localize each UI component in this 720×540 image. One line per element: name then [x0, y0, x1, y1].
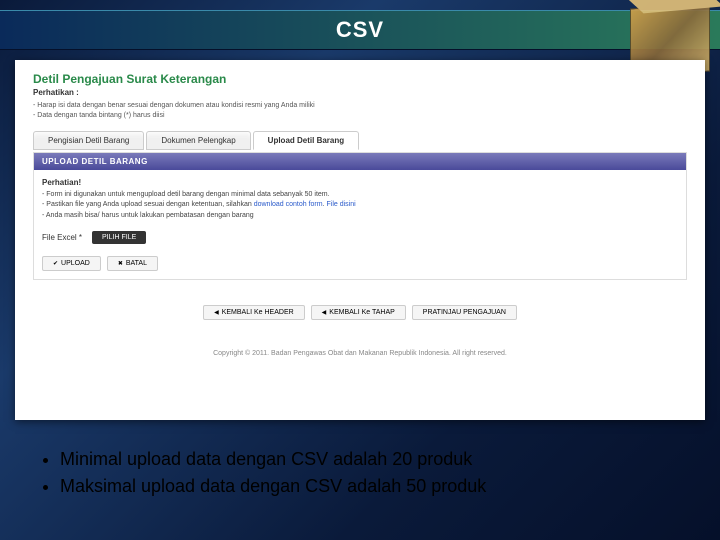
copyright-text: Copyright © 2011. Badan Pengawas Obat da…	[33, 350, 687, 357]
browse-button[interactable]: PILIH FILE	[92, 231, 146, 244]
cancel-button[interactable]: BATAL	[107, 256, 158, 271]
tab-bar: Pengisian Detil Barang Dokumen Pelengkap…	[33, 131, 687, 150]
arrow-left-icon	[322, 309, 327, 316]
note-line: - Harap isi data dengan benar sesuai den…	[33, 101, 687, 111]
preview-button[interactable]: PRATINJAU PENGAJUAN	[412, 305, 517, 320]
nav-row: KEMBALI Ke HEADER KEMBALI Ke TAHAP PRATI…	[33, 305, 687, 320]
slide: CSV Detil Pengajuan Surat Keterangan Per…	[0, 0, 720, 540]
upload-button[interactable]: UPLOAD	[42, 256, 101, 271]
panel-warning-label: Perhatian!	[42, 178, 678, 187]
title-bar: CSV	[0, 10, 720, 50]
back-prev-button[interactable]: KEMBALI Ke TAHAP	[311, 305, 406, 320]
embedded-screenshot: Detil Pengajuan Surat Keterangan Perhati…	[15, 60, 705, 420]
back-header-button[interactable]: KEMBALI Ke HEADER	[203, 305, 305, 320]
check-icon	[53, 260, 58, 267]
upload-panel: UPLOAD DETIL BARANG Perhatian! - Form in…	[33, 152, 687, 281]
page-heading: Detil Pengajuan Surat Keterangan	[33, 72, 687, 86]
top-notes: - Harap isi data dengan benar sesuai den…	[33, 101, 687, 121]
notice-label: Perhatikan :	[33, 88, 687, 97]
file-label: File Excel *	[42, 233, 82, 242]
tab-detil-barang[interactable]: Pengisian Detil Barang	[33, 131, 144, 150]
close-icon	[118, 260, 123, 267]
slide-title: CSV	[336, 17, 384, 43]
tab-dokumen-pelengkap[interactable]: Dokumen Pelengkap	[146, 131, 250, 150]
bullet-item: Minimal upload data dengan CSV adalah 20…	[60, 446, 680, 473]
note-line: - Data dengan tanda bintang (*) harus di…	[33, 111, 687, 121]
file-row: File Excel * PILIH FILE	[42, 231, 678, 244]
bullet-item: Maksimal upload data dengan CSV adalah 5…	[60, 473, 680, 500]
arrow-left-icon	[214, 309, 219, 316]
panel-header: UPLOAD DETIL BARANG	[34, 153, 686, 170]
bullet-list: Minimal upload data dengan CSV adalah 20…	[40, 446, 680, 500]
action-row: UPLOAD BATAL	[42, 256, 678, 271]
panel-notes: - Form ini digunakan untuk mengupload de…	[42, 190, 678, 222]
tab-upload-detil[interactable]: Upload Detil Barang	[253, 131, 359, 150]
